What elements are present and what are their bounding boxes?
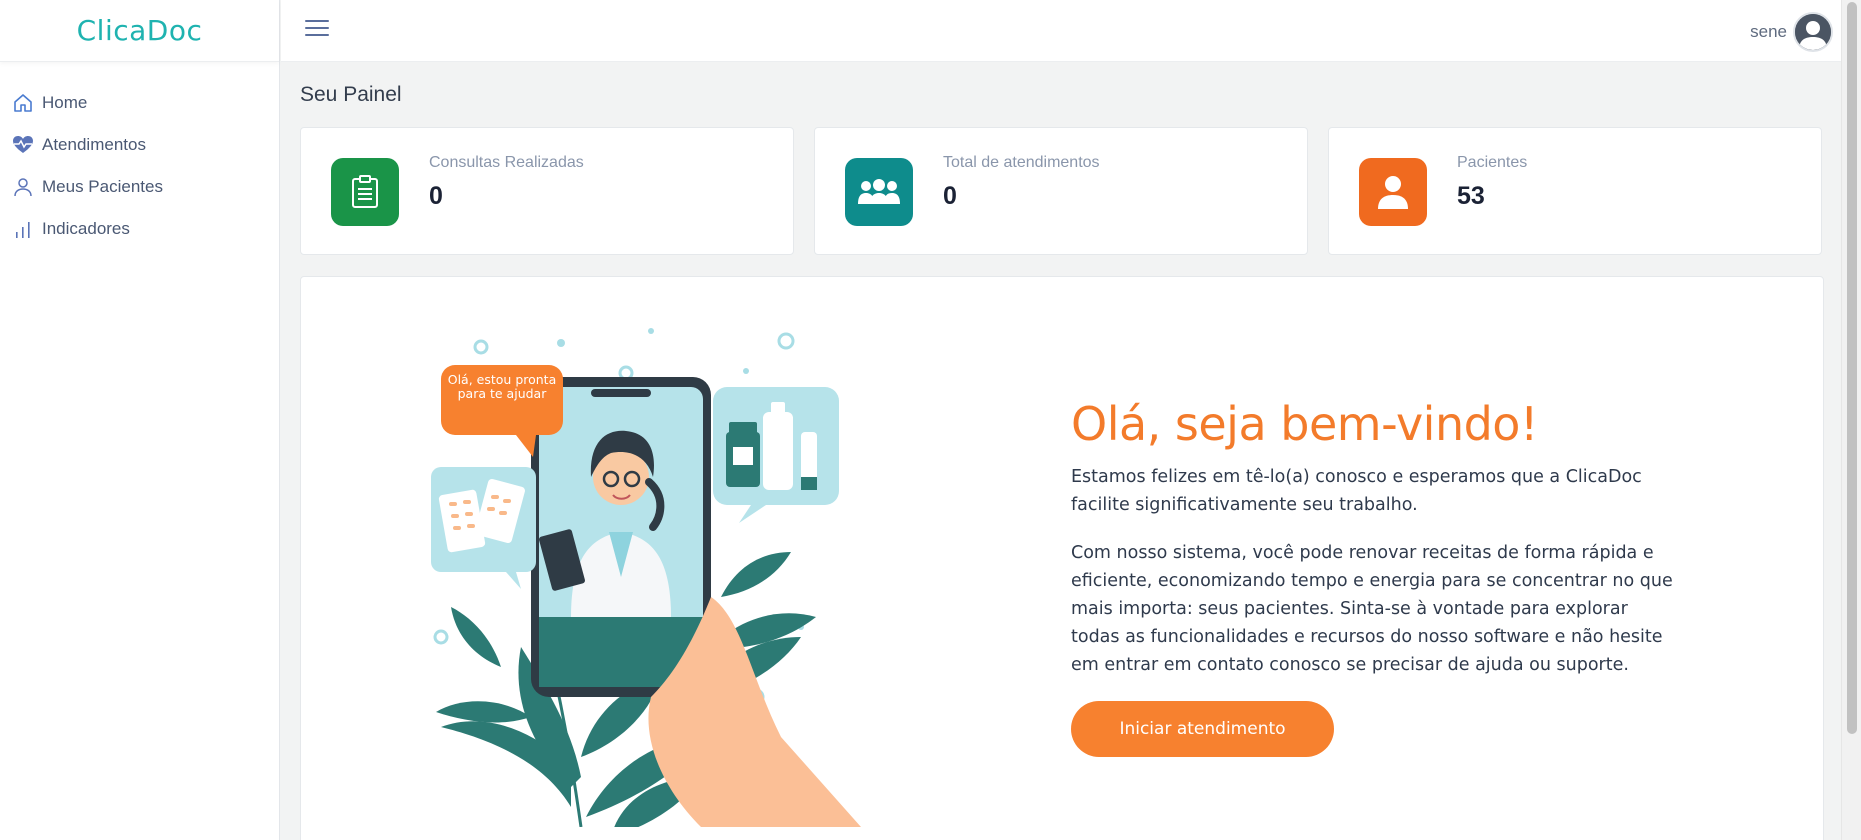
hamburger-icon[interactable] <box>305 20 329 42</box>
stat-card-pacientes: Pacientes 53 <box>1328 127 1822 255</box>
scrollbar-thumb[interactable] <box>1847 2 1857 734</box>
username: sene <box>1750 22 1787 41</box>
logo-text: ClicaDoc <box>76 14 203 47</box>
stat-value: 53 <box>1457 182 1485 210</box>
sidebar-nav: Home Atendimentos Meus Pacientes Indicad… <box>0 62 279 250</box>
avatar[interactable] <box>1793 12 1833 52</box>
welcome-panel: Olá, estou pronta para te ajudar Olá, se… <box>300 276 1824 840</box>
topbar: sene <box>281 0 1841 62</box>
stat-label: Total de atendimentos <box>943 154 1100 171</box>
page-title: Seu Painel <box>300 83 402 106</box>
user-icon <box>12 176 34 198</box>
welcome-title: Olá, seja bem-vindo! <box>1071 397 1538 451</box>
doctor-illustration: Olá, estou pronta para te ajudar <box>431 328 861 827</box>
user-menu[interactable]: sene <box>1750 12 1833 52</box>
clipboard-icon <box>331 158 399 226</box>
page-scrollbar[interactable] <box>1841 0 1861 840</box>
welcome-paragraph-2: Com nosso sistema, você pode renovar rec… <box>1071 543 1673 675</box>
heartbeat-icon <box>12 134 34 156</box>
stat-value: 0 <box>943 182 957 210</box>
sidebar: ClicaDoc Home Atendimentos Meus Paciente… <box>0 0 280 840</box>
group-icon <box>845 158 913 226</box>
person-icon <box>1359 158 1427 226</box>
sidebar-item-indicadores[interactable]: Indicadores <box>0 208 279 250</box>
stat-card-atendimentos: Total de atendimentos 0 <box>814 127 1308 255</box>
sidebar-item-label: Indicadores <box>42 219 130 238</box>
sidebar-item-label: Atendimentos <box>42 135 146 154</box>
start-attendance-button[interactable]: Iniciar atendimento <box>1071 701 1334 757</box>
illustration-speech-bubble: Olá, estou pronta para te ajudar <box>447 373 557 401</box>
sidebar-item-home[interactable]: Home <box>0 82 279 124</box>
home-icon <box>12 92 34 114</box>
welcome-paragraph-1: Estamos felizes em tê-lo(a) conosco e es… <box>1071 467 1642 515</box>
logo[interactable]: ClicaDoc <box>0 0 279 62</box>
sidebar-item-atendimentos[interactable]: Atendimentos <box>0 124 279 166</box>
bar-chart-icon <box>12 218 34 240</box>
stat-label: Consultas Realizadas <box>429 154 584 171</box>
stat-card-consultas: Consultas Realizadas 0 <box>300 127 794 255</box>
sidebar-item-meus-pacientes[interactable]: Meus Pacientes <box>0 166 279 208</box>
stat-label: Pacientes <box>1457 154 1528 171</box>
sidebar-item-label: Home <box>42 93 88 112</box>
sidebar-item-label: Meus Pacientes <box>42 177 163 196</box>
stat-value: 0 <box>429 182 443 210</box>
